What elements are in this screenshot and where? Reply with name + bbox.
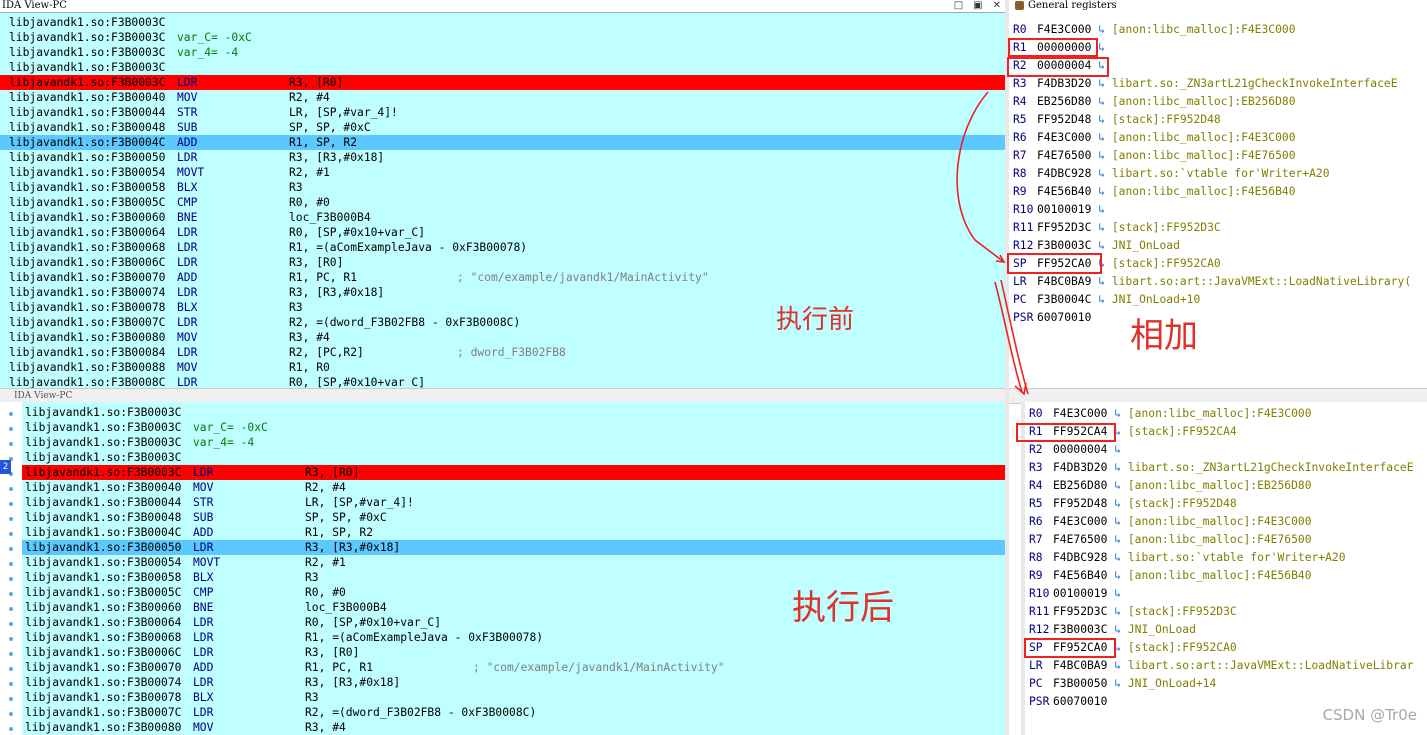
watermark: CSDN @Tr0e (1322, 706, 1417, 724)
before-label: 执行前 (776, 305, 855, 335)
add-label: 相加 (1130, 316, 1198, 356)
annotation-arrows (956, 91, 1029, 396)
after-label: 执行后 (792, 588, 894, 628)
